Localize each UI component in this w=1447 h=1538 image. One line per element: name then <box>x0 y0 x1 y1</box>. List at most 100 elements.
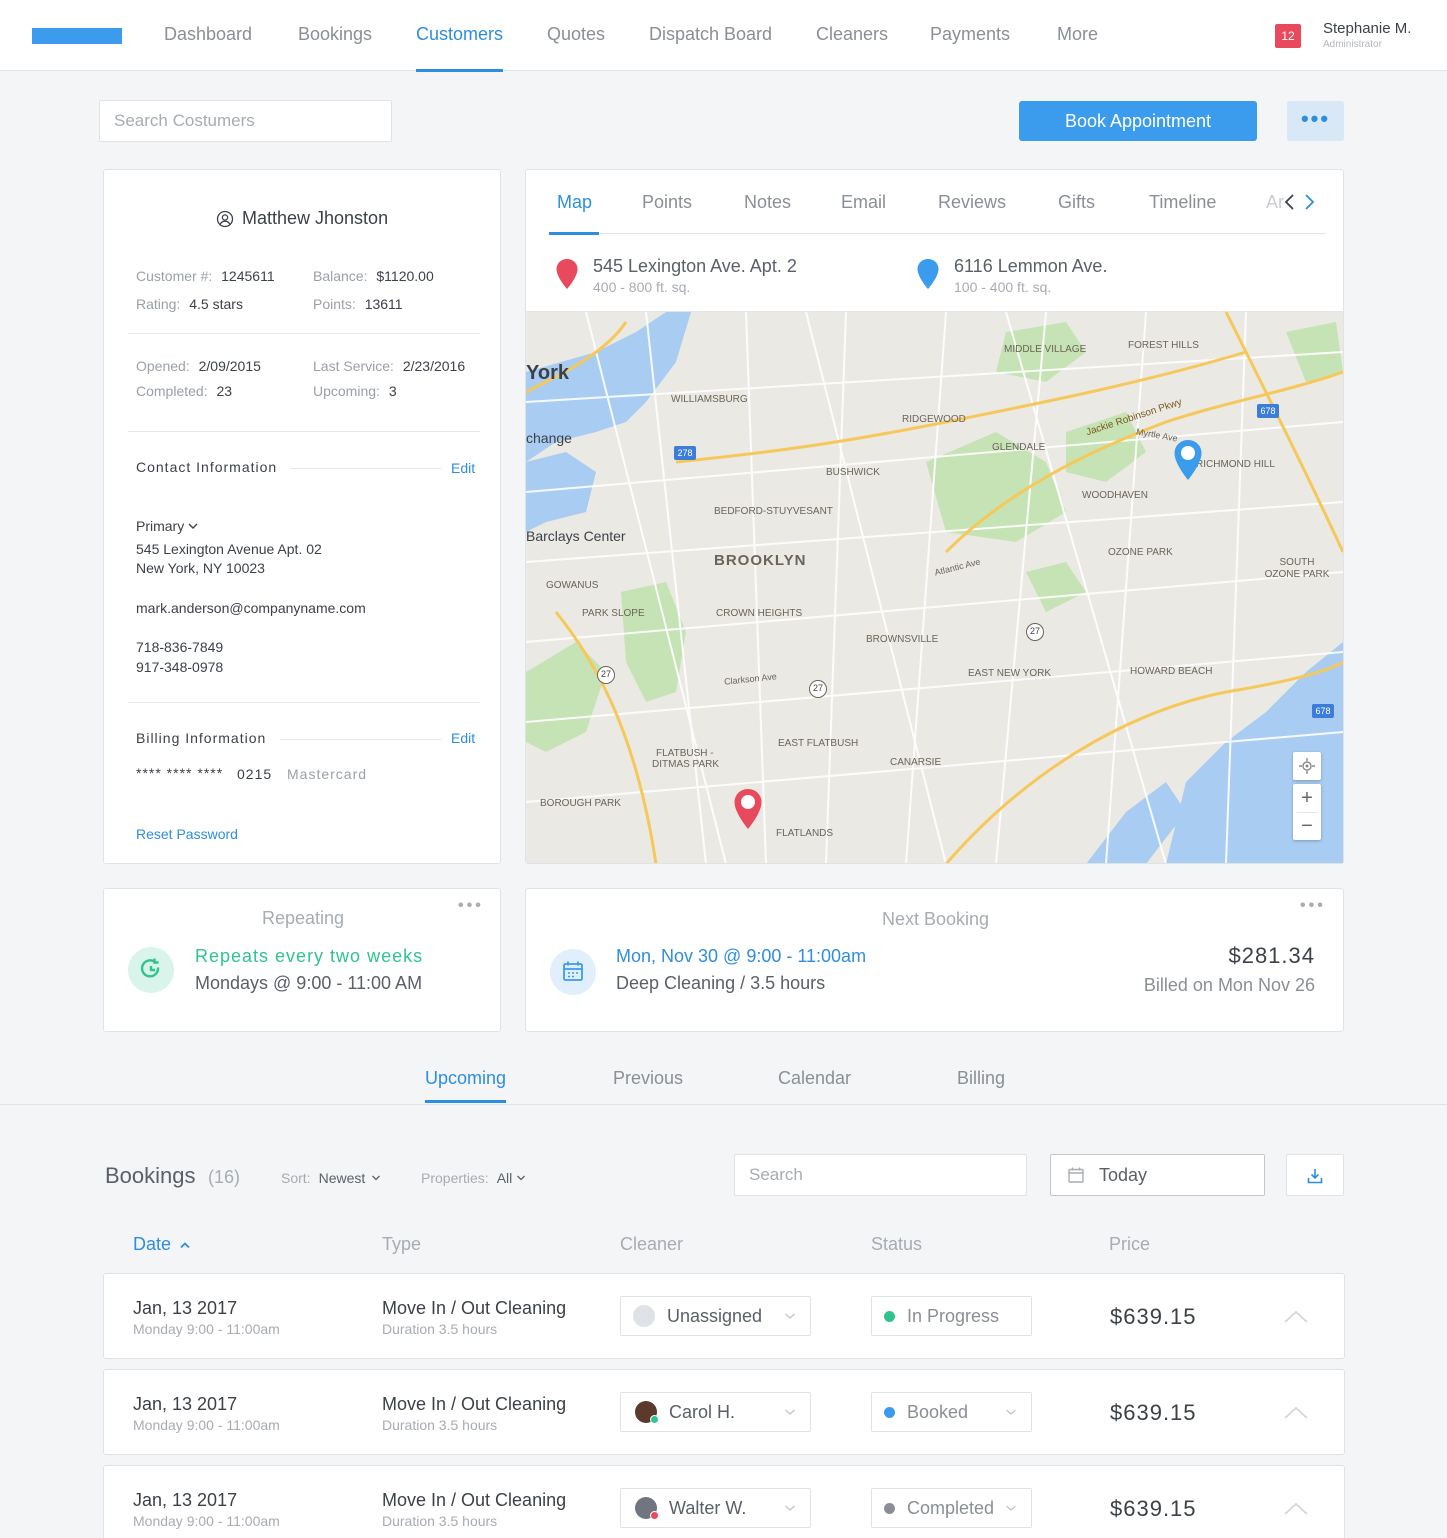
table-row[interactable]: Jan, 13 2017 Monday 9:00 - 11:00am Move … <box>103 1369 1345 1455</box>
nav-cleaners[interactable]: Cleaners <box>816 24 888 71</box>
chevron-down-icon <box>785 1505 795 1511</box>
column-price-header[interactable]: Price <box>1109 1234 1150 1255</box>
tab-points[interactable]: Points <box>642 192 692 213</box>
blue-map-marker-icon[interactable] <box>1172 438 1204 482</box>
column-status-header[interactable]: Status <box>871 1234 922 1255</box>
nav-dispatch-board[interactable]: Dispatch Board <box>649 24 772 71</box>
location-1-size: 400 - 800 ft. sq. <box>593 279 691 295</box>
chevron-up-icon[interactable] <box>1283 1501 1309 1517</box>
next-booking-menu-icon[interactable]: ••• <box>1300 897 1326 915</box>
cleaner-select[interactable]: Carol H. <box>620 1392 811 1432</box>
highway-678-shield: 678 <box>1257 404 1279 418</box>
tab-email[interactable]: Email <box>841 192 886 213</box>
nav-customers[interactable]: Customers <box>416 24 504 72</box>
tab-calendar[interactable]: Calendar <box>778 1068 851 1089</box>
avatar-placeholder <box>633 1305 655 1327</box>
tab-truncated[interactable]: Ar <box>1266 192 1284 213</box>
column-date-header[interactable]: Date <box>133 1234 191 1255</box>
red-map-marker-icon[interactable] <box>732 787 764 831</box>
address-line-2: New York, NY 10023 <box>136 560 265 576</box>
chevron-down-icon <box>1006 1505 1016 1511</box>
table-row[interactable]: Jan, 13 2017 Monday 9:00 - 11:00am Move … <box>103 1465 1345 1538</box>
primary-contact-dropdown[interactable]: Primary <box>136 518 198 534</box>
edit-billing-link[interactable]: Edit <box>451 730 475 746</box>
nav-quotes[interactable]: Quotes <box>547 24 605 71</box>
date-filter-button[interactable]: Today <box>1050 1154 1265 1196</box>
opened-label: Opened: <box>136 358 190 374</box>
my-location-button[interactable] <box>1293 752 1321 780</box>
map-label-richmond-hill: RICHMOND HILL <box>1196 459 1275 470</box>
repeating-title: Repeating <box>261 908 345 928</box>
status-dot <box>884 1502 895 1514</box>
repeating-menu-icon[interactable]: ••• <box>458 897 484 915</box>
tab-previous[interactable]: Previous <box>613 1068 683 1089</box>
tab-upcoming[interactable]: Upcoming <box>425 1068 507 1103</box>
export-button[interactable] <box>1286 1154 1344 1196</box>
location-2-address[interactable]: 6116 Lemmon Ave. <box>954 256 1107 277</box>
row-duration: Duration 3.5 hours <box>382 1513 498 1529</box>
map-view[interactable]: York change Barclays Center BROOKLYN WIL… <box>526 311 1343 863</box>
nav-dashboard[interactable]: Dashboard <box>164 24 252 71</box>
edit-contact-link[interactable]: Edit <box>451 460 475 476</box>
map-label-flatbush: FLATBUSH - <box>656 748 714 759</box>
bookings-search-input[interactable]: Search <box>734 1154 1027 1196</box>
row-type: Move In / Out Cleaning <box>382 1490 567 1510</box>
table-row[interactable]: Jan, 13 2017 Monday 9:00 - 11:00am Move … <box>103 1273 1345 1359</box>
status-select[interactable]: Completed <box>871 1488 1032 1528</box>
sort-ascending-icon <box>180 1241 190 1248</box>
status-select[interactable]: In Progress <box>871 1296 1032 1336</box>
nav-bookings[interactable]: Bookings <box>298 24 372 71</box>
divider <box>290 468 442 469</box>
map-label-ridgewood: RIDGEWOOD <box>902 414 966 425</box>
notification-badge[interactable]: 12 <box>1275 24 1301 48</box>
reset-password-link[interactable]: Reset Password <box>136 826 238 842</box>
sort-dropdown[interactable]: Sort: Newest <box>281 1170 381 1186</box>
upcoming-label: Upcoming: <box>313 383 380 399</box>
book-appointment-button[interactable]: Book Appointment <box>1019 101 1257 141</box>
tab-gifts[interactable]: Gifts <box>1058 192 1095 213</box>
nav-more[interactable]: More <box>1057 24 1098 71</box>
map-label-gowanus: GOWANUS <box>546 580 599 591</box>
status-select[interactable]: Booked <box>871 1392 1032 1432</box>
top-navigation: Dashboard Bookings Customers Quotes Disp… <box>0 0 1447 72</box>
chevron-left-icon[interactable] <box>1283 193 1297 211</box>
red-pin-icon <box>556 259 578 289</box>
nav-payments[interactable]: Payments <box>930 24 1010 71</box>
map-label-flatlands: FLATLANDS <box>776 828 834 839</box>
tab-notes[interactable]: Notes <box>744 192 791 213</box>
cleaner-select[interactable]: Unassigned <box>620 1296 811 1336</box>
row-date: Jan, 13 2017 <box>133 1490 238 1510</box>
tab-map[interactable]: Map <box>557 192 592 213</box>
search-customers-input[interactable]: Search Costumers <box>99 100 392 142</box>
completed-value: 23 <box>216 383 233 399</box>
column-type-header[interactable]: Type <box>382 1234 421 1255</box>
location-1-address[interactable]: 545 Lexington Ave. Apt. 2 <box>593 256 797 277</box>
column-date-label: Date <box>133 1234 172 1254</box>
next-booking-amount: $281.34 <box>1228 943 1315 968</box>
next-booking-card: Next Booking ••• Mon, Nov 30 @ 9:00 - 11… <box>525 888 1344 1032</box>
zoom-out-button[interactable]: − <box>1293 813 1321 840</box>
phone-1[interactable]: 718-836-7849 <box>136 639 223 655</box>
rating-value: 4.5 stars <box>189 296 243 312</box>
map-label-crown-heights: CROWN HEIGHTS <box>716 608 803 619</box>
email-address[interactable]: mark.anderson@companyname.com <box>136 600 366 616</box>
column-cleaner-header[interactable]: Cleaner <box>620 1234 683 1255</box>
zoom-in-button[interactable]: + <box>1293 784 1321 812</box>
chevron-up-icon[interactable] <box>1283 1405 1309 1421</box>
tab-reviews[interactable]: Reviews <box>938 192 1006 213</box>
chevron-up-icon[interactable] <box>1283 1309 1309 1325</box>
chevron-right-icon[interactable] <box>1302 193 1316 211</box>
brand-logo[interactable] <box>32 28 122 44</box>
user-name[interactable]: Stephanie M. <box>1323 20 1411 37</box>
properties-dropdown[interactable]: Properties: All <box>421 1170 526 1186</box>
crosshair-icon <box>1299 758 1315 774</box>
row-duration: Duration 3.5 hours <box>382 1321 498 1337</box>
row-duration: Duration 3.5 hours <box>382 1417 498 1433</box>
cleaner-select[interactable]: Walter W. <box>620 1488 811 1528</box>
more-options-button[interactable]: ••• <box>1287 101 1344 141</box>
tab-timeline[interactable]: Timeline <box>1149 192 1216 213</box>
tab-billing[interactable]: Billing <box>957 1068 1005 1089</box>
row-date: Jan, 13 2017 <box>133 1298 238 1318</box>
next-booking-when[interactable]: Mon, Nov 30 @ 9:00 - 11:00am <box>616 946 866 967</box>
phone-2[interactable]: 917-348-0978 <box>136 659 223 675</box>
